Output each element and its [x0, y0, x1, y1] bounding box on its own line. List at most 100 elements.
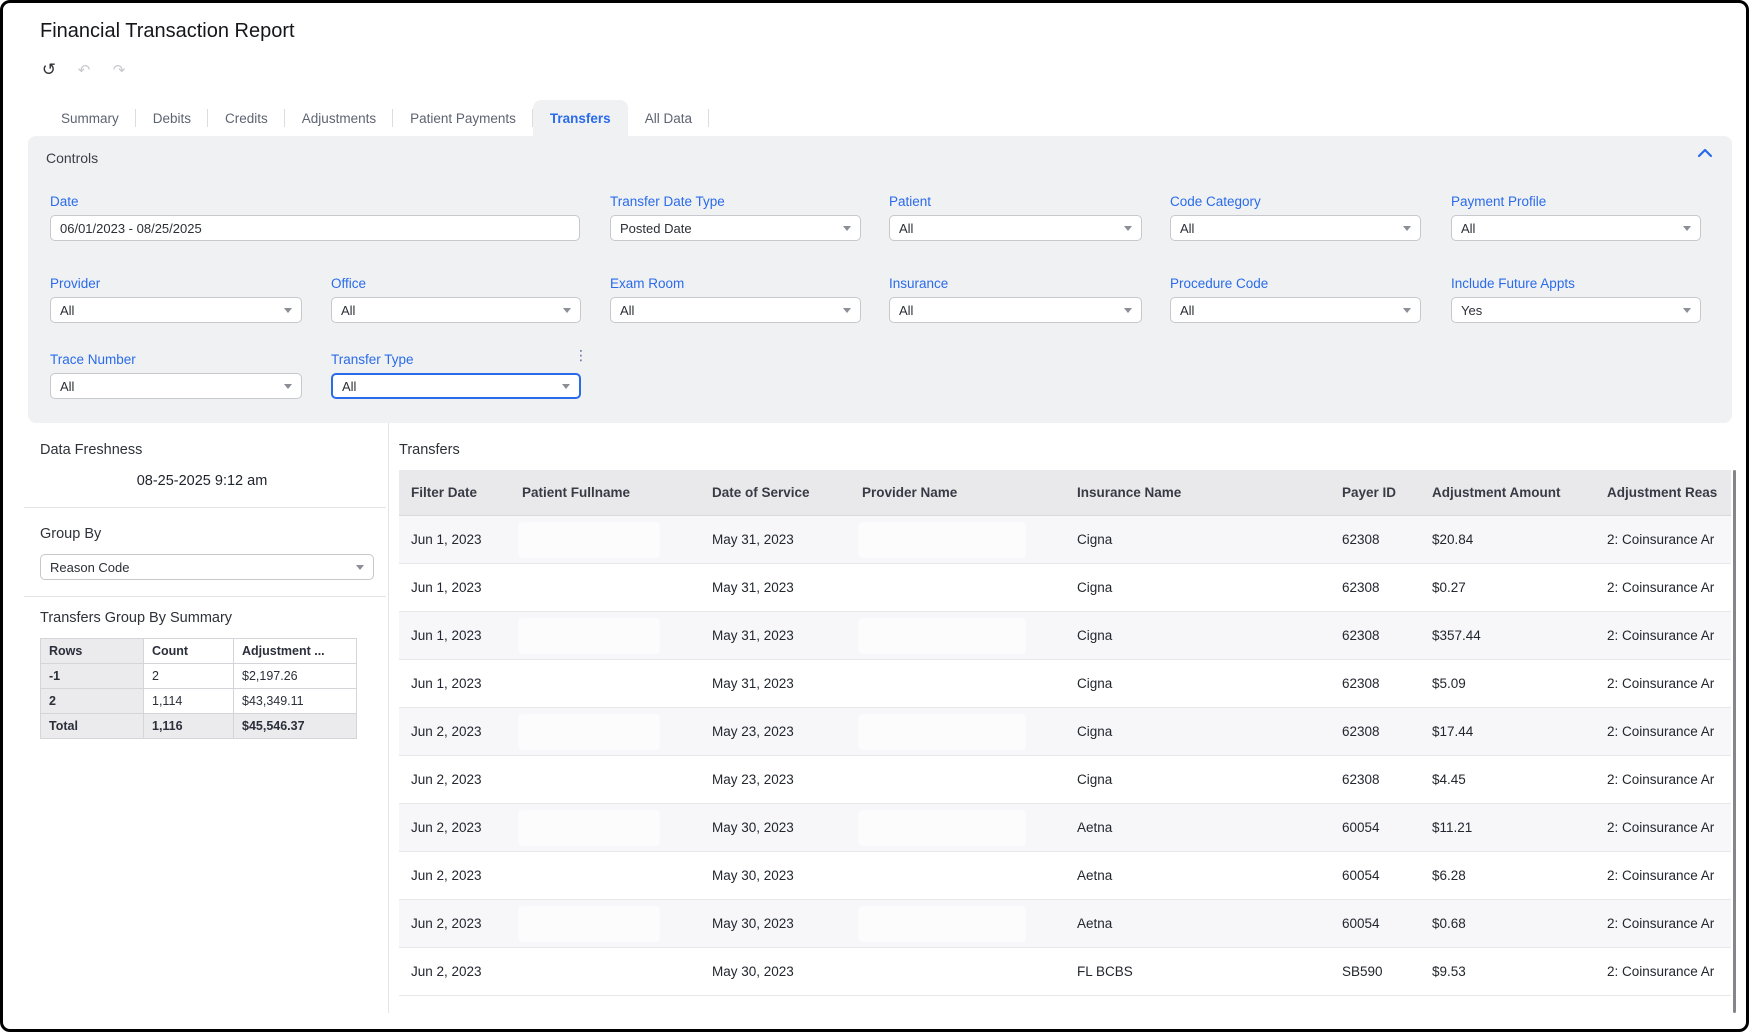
header-adjustment-amount[interactable]: Adjustment Amount	[1420, 470, 1595, 515]
cell-adjustment-reason: 2: Coinsurance Ar	[1595, 804, 1731, 851]
filter-date: Date 06/01/2023 - 08/25/2025	[50, 194, 580, 241]
transfer-type-dropdown[interactable]: All	[331, 373, 581, 399]
filter-office: Office All	[331, 276, 581, 323]
office-dropdown[interactable]: All	[331, 297, 581, 323]
filter-procedure-code: Procedure Code All	[1170, 276, 1421, 323]
table-row[interactable]: Jun 1, 2023 May 31, 2023 Cigna 62308 $20…	[399, 516, 1731, 564]
cell-payer-id: 62308	[1330, 708, 1420, 755]
filter-code-category: Code Category All	[1170, 194, 1421, 241]
table-row[interactable]: Jun 1, 2023 May 31, 2023 Cigna 62308 $35…	[399, 612, 1731, 660]
table-row[interactable]: Jun 2, 2023 May 23, 2023 Cigna 62308 $17…	[399, 708, 1731, 756]
cell-payer-id: 62308	[1330, 516, 1420, 563]
provider-dropdown[interactable]: All	[50, 297, 302, 323]
cell-adjustment-amount: $0.27	[1420, 564, 1595, 611]
header-payer-id[interactable]: Payer ID	[1330, 470, 1420, 515]
group-by-dropdown[interactable]: Reason Code	[40, 554, 374, 580]
header-patient-fullname[interactable]: Patient Fullname	[510, 470, 700, 515]
filter-transfer-type-label: Transfer Type	[331, 352, 581, 367]
redo-icon[interactable]: ↷	[108, 61, 130, 79]
table-row[interactable]: Jun 2, 2023 May 23, 2023 Cigna 62308 $4.…	[399, 756, 1731, 804]
cell-patient-fullname	[510, 948, 700, 995]
tab-patient-payments[interactable]: Patient Payments	[393, 100, 533, 136]
cell-payer-id: 62308	[1330, 756, 1420, 803]
cell-adjustment-reason: 2: Coinsurance Ar	[1595, 612, 1731, 659]
insurance-dropdown[interactable]: All	[889, 297, 1142, 323]
redacted-patient-name	[518, 810, 660, 846]
table-row[interactable]: Jun 2, 2023 May 30, 2023 Aetna 60054 $0.…	[399, 900, 1731, 948]
header-filter-date[interactable]: Filter Date	[399, 470, 510, 515]
cell-filter-date: Jun 2, 2023	[399, 900, 510, 947]
filter-patient: Patient All	[889, 194, 1142, 241]
patient-dropdown[interactable]: All	[889, 215, 1142, 241]
chevron-down-icon	[1124, 226, 1132, 231]
cell-patient-fullname	[510, 612, 700, 659]
transfers-table-header: Filter Date Patient Fullname Date of Ser…	[399, 470, 1731, 516]
tab-debits[interactable]: Debits	[136, 100, 208, 136]
cell-adjustment-amount: $9.53	[1420, 948, 1595, 995]
cell-date-of-service: May 30, 2023	[700, 900, 850, 947]
cell-insurance-name: Aetna	[1065, 852, 1330, 899]
panel-divider	[388, 423, 389, 1013]
payment-profile-dropdown[interactable]: All	[1451, 215, 1701, 241]
collapse-chevron-up-icon[interactable]	[1696, 146, 1714, 165]
redacted-patient-name	[518, 522, 660, 558]
filter-procedure-code-label: Procedure Code	[1170, 276, 1421, 291]
kebab-menu-icon[interactable]: ⋮	[574, 348, 588, 362]
chevron-down-icon	[1403, 226, 1411, 231]
summary-header-count: Count	[144, 639, 234, 664]
transfer-date-type-dropdown[interactable]: Posted Date	[610, 215, 861, 241]
cell-adjustment-reason: 2: Coinsurance Ar	[1595, 660, 1731, 707]
filter-provider-label: Provider	[50, 276, 302, 291]
filter-date-label: Date	[50, 194, 580, 209]
filter-trace-number: Trace Number All	[50, 352, 302, 399]
tab-all-data[interactable]: All Data	[628, 100, 709, 136]
header-provider-name[interactable]: Provider Name	[850, 470, 1065, 515]
table-row[interactable]: Jun 2, 2023 May 30, 2023 Aetna 60054 $6.…	[399, 852, 1731, 900]
date-range-input[interactable]: 06/01/2023 - 08/25/2025	[50, 215, 580, 241]
cell-insurance-name: Cigna	[1065, 612, 1330, 659]
procedure-code-dropdown[interactable]: All	[1170, 297, 1421, 323]
cell-filter-date: Jun 1, 2023	[399, 660, 510, 707]
summary-cell: $43,349.11	[234, 689, 357, 714]
transfer-date-type-value: Posted Date	[620, 221, 692, 236]
cell-filter-date: Jun 1, 2023	[399, 516, 510, 563]
tab-adjustments[interactable]: Adjustments	[285, 100, 393, 136]
tab-summary[interactable]: Summary	[44, 100, 136, 136]
summary-cell: $2,197.26	[234, 664, 357, 689]
cell-date-of-service: May 31, 2023	[700, 612, 850, 659]
cell-insurance-name: Cigna	[1065, 660, 1330, 707]
table-row[interactable]: Jun 2, 2023 May 30, 2023 FL BCBS SB590 $…	[399, 948, 1731, 996]
header-insurance-name[interactable]: Insurance Name	[1065, 470, 1330, 515]
cell-adjustment-reason: 2: Coinsurance Ar	[1595, 900, 1731, 947]
cell-insurance-name: Cigna	[1065, 708, 1330, 755]
vertical-scrollbar[interactable]	[1733, 470, 1736, 1013]
insurance-value: All	[899, 303, 913, 318]
exam-room-dropdown[interactable]: All	[610, 297, 861, 323]
table-row[interactable]: Jun 1, 2023 May 31, 2023 Cigna 62308 $0.…	[399, 564, 1731, 612]
trace-number-dropdown[interactable]: All	[50, 373, 302, 399]
cell-adjustment-reason: 2: Coinsurance Ar	[1595, 852, 1731, 899]
cell-patient-fullname	[510, 516, 700, 563]
header-adjustment-reason[interactable]: Adjustment Reas	[1595, 470, 1731, 515]
chevron-down-icon	[563, 308, 571, 313]
redacted-provider-name	[858, 522, 1026, 558]
controls-panel: Controls Date 06/01/2023 - 08/25/2025 Tr…	[28, 136, 1732, 423]
undo-icon[interactable]: ↶	[73, 61, 95, 79]
chevron-down-icon	[1403, 308, 1411, 313]
header-date-of-service[interactable]: Date of Service	[700, 470, 850, 515]
group-by-value: Reason Code	[50, 560, 130, 575]
refresh-icon[interactable]: ↺	[38, 60, 60, 80]
cell-filter-date: Jun 2, 2023	[399, 804, 510, 851]
cell-payer-id: SB590	[1330, 948, 1420, 995]
tab-credits[interactable]: Credits	[208, 100, 285, 136]
cell-filter-date: Jun 2, 2023	[399, 948, 510, 995]
table-row[interactable]: Jun 2, 2023 May 30, 2023 Aetna 60054 $11…	[399, 804, 1731, 852]
tab-transfers[interactable]: Transfers	[533, 100, 628, 136]
filter-insurance-label: Insurance	[889, 276, 1142, 291]
cell-adjustment-amount: $20.84	[1420, 516, 1595, 563]
include-future-appts-dropdown[interactable]: Yes	[1451, 297, 1701, 323]
table-row[interactable]: Jun 1, 2023 May 31, 2023 Cigna 62308 $5.…	[399, 660, 1731, 708]
transfers-table: Filter Date Patient Fullname Date of Ser…	[399, 470, 1731, 996]
transfer-type-value: All	[342, 379, 356, 394]
code-category-dropdown[interactable]: All	[1170, 215, 1421, 241]
